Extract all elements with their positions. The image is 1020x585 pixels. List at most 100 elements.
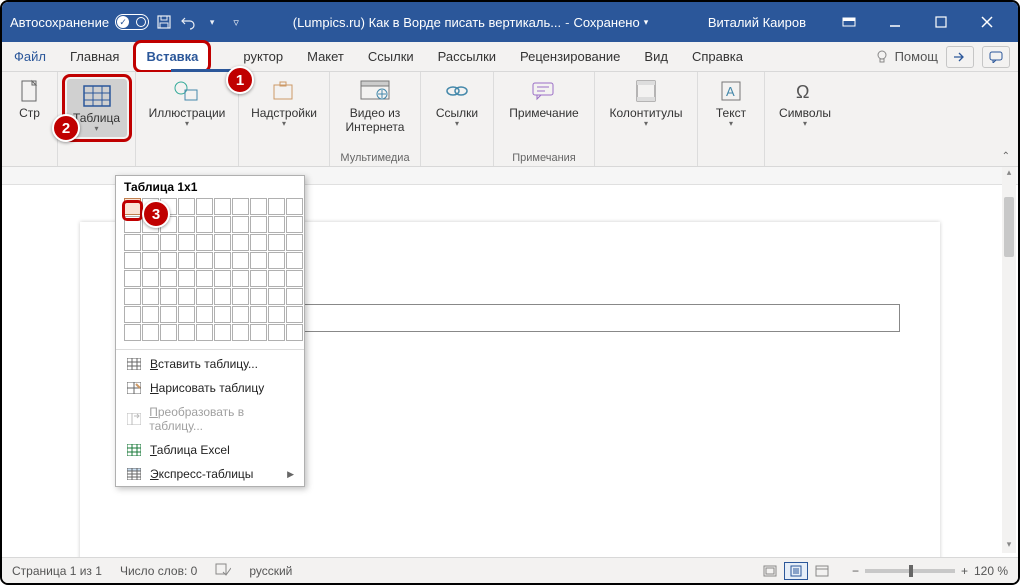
zoom-in-button[interactable]: + <box>961 564 968 578</box>
grid-cell[interactable] <box>124 324 141 341</box>
grid-cell[interactable] <box>160 306 177 323</box>
grid-cell[interactable] <box>232 252 249 269</box>
grid-cell[interactable] <box>268 324 285 341</box>
grid-cell[interactable] <box>250 324 267 341</box>
page-indicator[interactable]: Страница 1 из 1 <box>12 564 102 578</box>
grid-cell[interactable] <box>232 216 249 233</box>
customize-qat-icon[interactable]: ▿ <box>227 13 245 31</box>
slider-handle[interactable] <box>909 565 913 577</box>
grid-cell[interactable] <box>142 288 159 305</box>
symbols-button[interactable]: Ω Символы ▾ <box>773 74 837 132</box>
grid-cell[interactable] <box>214 198 231 215</box>
grid-cell[interactable] <box>214 252 231 269</box>
online-video-button[interactable]: Видео из Интернета <box>338 74 412 138</box>
grid-cell[interactable] <box>196 234 213 251</box>
close-button[interactable] <box>964 2 1010 42</box>
grid-cell[interactable] <box>268 234 285 251</box>
grid-cell[interactable] <box>268 306 285 323</box>
grid-cell[interactable] <box>268 216 285 233</box>
grid-cell[interactable] <box>250 252 267 269</box>
grid-cell[interactable] <box>124 306 141 323</box>
grid-cell[interactable] <box>178 198 195 215</box>
tab-references[interactable]: Ссылки <box>356 42 426 71</box>
word-count[interactable]: Число слов: 0 <box>120 564 197 578</box>
grid-cell[interactable] <box>178 306 195 323</box>
grid-cell[interactable] <box>142 306 159 323</box>
grid-cell[interactable] <box>286 234 303 251</box>
addins-button[interactable]: Надстройки ▾ <box>247 74 321 132</box>
language-indicator[interactable]: русский <box>249 564 292 578</box>
grid-cell[interactable] <box>232 234 249 251</box>
grid-cell[interactable] <box>196 198 213 215</box>
view-web-icon[interactable] <box>810 562 834 580</box>
menu-excel-table[interactable]: Таблица Excel <box>116 438 304 462</box>
grid-cell[interactable] <box>160 270 177 287</box>
vertical-scrollbar[interactable]: ▴ ▾ <box>1002 167 1016 553</box>
tab-layout[interactable]: Макет <box>295 42 356 71</box>
grid-cell[interactable] <box>178 288 195 305</box>
grid-cell[interactable] <box>286 216 303 233</box>
grid-cell[interactable] <box>232 324 249 341</box>
menu-insert-table[interactable]: Вставить таблицу... <box>116 352 304 376</box>
grid-cell[interactable] <box>142 270 159 287</box>
minimize-button[interactable] <box>872 2 918 42</box>
comments-button[interactable] <box>982 46 1010 68</box>
tell-me-search[interactable]: Помощ <box>875 49 938 64</box>
grid-cell[interactable] <box>214 216 231 233</box>
pages-button[interactable]: Стр <box>9 74 51 124</box>
grid-cell[interactable] <box>214 270 231 287</box>
grid-cell[interactable] <box>178 324 195 341</box>
undo-icon[interactable] <box>179 13 197 31</box>
grid-cell[interactable] <box>196 252 213 269</box>
grid-cell[interactable] <box>124 234 141 251</box>
save-icon[interactable] <box>155 13 173 31</box>
tab-mailings[interactable]: Рассылки <box>426 42 508 71</box>
grid-cell[interactable] <box>268 288 285 305</box>
chevron-down-icon[interactable]: ▾ <box>644 17 649 28</box>
grid-cell[interactable] <box>268 270 285 287</box>
grid-cell[interactable] <box>286 306 303 323</box>
tab-help[interactable]: Справка <box>680 42 755 71</box>
menu-draw-table[interactable]: Нарисовать таблицу <box>116 376 304 400</box>
grid-cell[interactable] <box>250 198 267 215</box>
grid-cell[interactable] <box>160 288 177 305</box>
tab-home[interactable]: Главная <box>58 42 131 71</box>
tab-review[interactable]: Рецензирование <box>508 42 632 71</box>
grid-cell[interactable] <box>214 306 231 323</box>
grid-cell[interactable] <box>178 270 195 287</box>
comment-button[interactable]: Примечание <box>502 74 586 124</box>
grid-cell[interactable] <box>196 288 213 305</box>
grid-cell[interactable] <box>196 324 213 341</box>
grid-cell[interactable] <box>250 306 267 323</box>
grid-cell[interactable] <box>268 252 285 269</box>
grid-cell[interactable] <box>232 288 249 305</box>
collapse-ribbon-icon[interactable]: ⌃ <box>1002 151 1010 162</box>
zoom-level[interactable]: 120 % <box>974 564 1008 578</box>
autosave-toggle[interactable]: Автосохранение ✓ <box>10 14 149 30</box>
grid-cell[interactable] <box>178 216 195 233</box>
grid-cell[interactable] <box>160 234 177 251</box>
maximize-button[interactable] <box>918 2 964 42</box>
grid-cell[interactable] <box>196 270 213 287</box>
grid-cell[interactable] <box>196 306 213 323</box>
grid-cell[interactable] <box>232 198 249 215</box>
grid-cell[interactable] <box>214 324 231 341</box>
zoom-slider[interactable] <box>865 569 955 573</box>
grid-cell[interactable] <box>214 234 231 251</box>
grid-cell[interactable] <box>178 234 195 251</box>
text-button[interactable]: A Текст ▾ <box>706 74 756 132</box>
links-button[interactable]: Ссылки ▾ <box>429 74 485 132</box>
headers-button[interactable]: Колонтитулы ▾ <box>603 74 689 132</box>
tab-file[interactable]: Файл <box>2 42 58 71</box>
share-button[interactable] <box>946 46 974 68</box>
zoom-out-button[interactable]: − <box>852 564 859 578</box>
grid-cell[interactable] <box>232 306 249 323</box>
illustrations-button[interactable]: Иллюстрации ▾ <box>144 74 230 132</box>
scroll-down-icon[interactable]: ▾ <box>1002 539 1016 553</box>
grid-cell[interactable] <box>160 252 177 269</box>
scroll-up-icon[interactable]: ▴ <box>1002 167 1016 181</box>
tab-constructor-partial[interactable]: руктор <box>213 42 295 71</box>
menu-quick-tables[interactable]: Экспресс-таблицы ▶ <box>116 462 304 486</box>
grid-cell[interactable] <box>196 216 213 233</box>
grid-cell[interactable] <box>286 252 303 269</box>
